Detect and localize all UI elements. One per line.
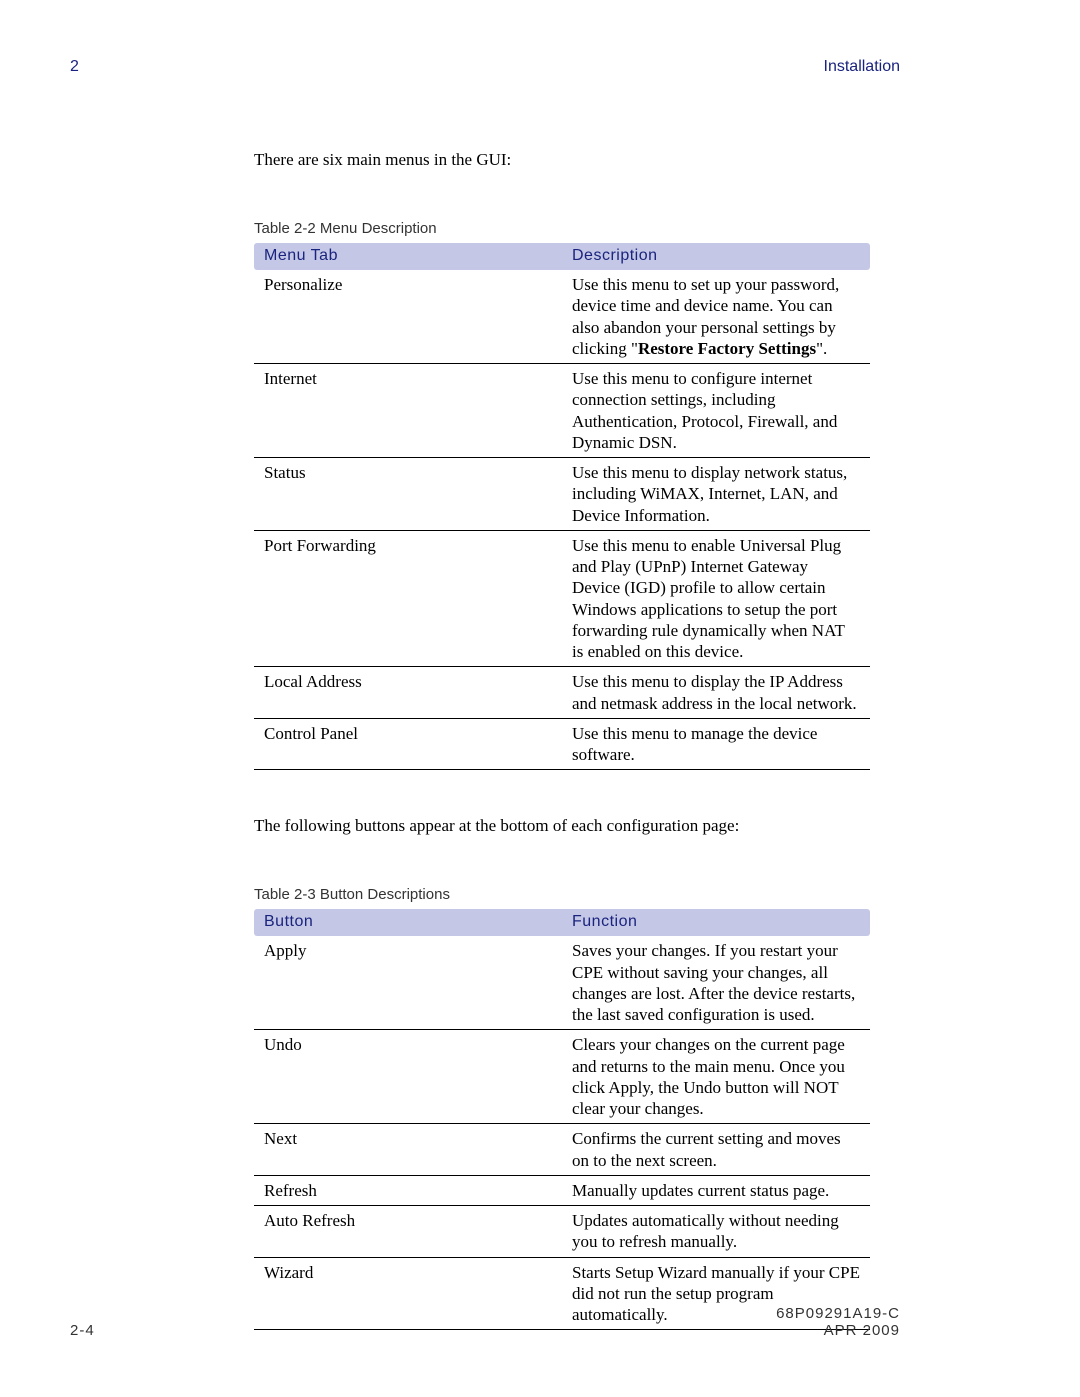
footer-page-number: 2-4	[60, 1322, 95, 1339]
button-label: Next	[254, 1124, 562, 1176]
menu-tab-description: Use this menu to enable Universal Plug a…	[562, 530, 870, 667]
menu-tab-label: Control Panel	[254, 718, 562, 770]
intro-text-2: The following buttons appear at the bott…	[254, 816, 870, 836]
menu-tab-label: Port Forwarding	[254, 530, 562, 667]
button-function: Saves your changes. If you restart your …	[562, 936, 870, 1030]
menu-description-table: Menu Tab Description Personalize Use thi…	[254, 243, 870, 770]
table-1-head-col1: Menu Tab	[254, 243, 562, 270]
table-row: Apply Saves your changes. If you restart…	[254, 936, 870, 1030]
table-2-caption: Table 2-3 Button Descriptions	[254, 886, 870, 903]
chapter-number: 2	[60, 58, 79, 76]
menu-tab-label: Personalize	[254, 270, 562, 364]
table-row: Next Confirms the current setting and mo…	[254, 1124, 870, 1176]
footer-doc-info: 68P09291A19-C APR 2009	[776, 1305, 1020, 1339]
table-row: Port Forwarding Use this menu to enable …	[254, 530, 870, 667]
intro-text-1: There are six main menus in the GUI:	[254, 150, 870, 170]
table-row: Internet Use this menu to configure inte…	[254, 364, 870, 458]
page: 2 Installation There are six main menus …	[0, 0, 1080, 1397]
table-row: Undo Clears your changes on the current …	[254, 1030, 870, 1124]
content-area: There are six main menus in the GUI: Tab…	[254, 150, 870, 1330]
menu-tab-description: Use this menu to display the IP Address …	[562, 667, 870, 719]
button-descriptions-table: Button Function Apply Saves your changes…	[254, 909, 870, 1330]
menu-tab-description: Use this menu to configure internet conn…	[562, 364, 870, 458]
footer-doc-number: 68P09291A19-C	[776, 1305, 900, 1322]
button-function: Manually updates current status page.	[562, 1175, 870, 1205]
menu-tab-description: Use this menu to manage the device softw…	[562, 718, 870, 770]
menu-tab-label: Internet	[254, 364, 562, 458]
menu-tab-description: Use this menu to set up your password, d…	[562, 270, 870, 364]
button-label: Apply	[254, 936, 562, 1030]
footer-date: APR 2009	[776, 1322, 900, 1339]
button-function: Clears your changes on the current page …	[562, 1030, 870, 1124]
page-footer: 2-4 68P09291A19-C APR 2009	[60, 1305, 1020, 1339]
button-function: Confirms the current setting and moves o…	[562, 1124, 870, 1176]
menu-tab-label: Status	[254, 458, 562, 531]
section-title: Installation	[824, 58, 1021, 76]
table-2-head-col1: Button	[254, 909, 562, 936]
menu-tab-description: Use this menu to display network status,…	[562, 458, 870, 531]
button-label: Undo	[254, 1030, 562, 1124]
table-row: Control Panel Use this menu to manage th…	[254, 718, 870, 770]
table-row: Auto Refresh Updates automatically witho…	[254, 1206, 870, 1258]
table-1-caption: Table 2-2 Menu Description	[254, 220, 870, 237]
table-row: Refresh Manually updates current status …	[254, 1175, 870, 1205]
menu-tab-label: Local Address	[254, 667, 562, 719]
table-1-head-col2: Description	[562, 243, 870, 270]
table-row: Personalize Use this menu to set up your…	[254, 270, 870, 364]
table-row: Status Use this menu to display network …	[254, 458, 870, 531]
button-function: Updates automatically without needing yo…	[562, 1206, 870, 1258]
page-header: 2 Installation	[60, 58, 1020, 76]
table-row: Local Address Use this menu to display t…	[254, 667, 870, 719]
button-label: Auto Refresh	[254, 1206, 562, 1258]
table-2-head-col2: Function	[562, 909, 870, 936]
button-label: Refresh	[254, 1175, 562, 1205]
